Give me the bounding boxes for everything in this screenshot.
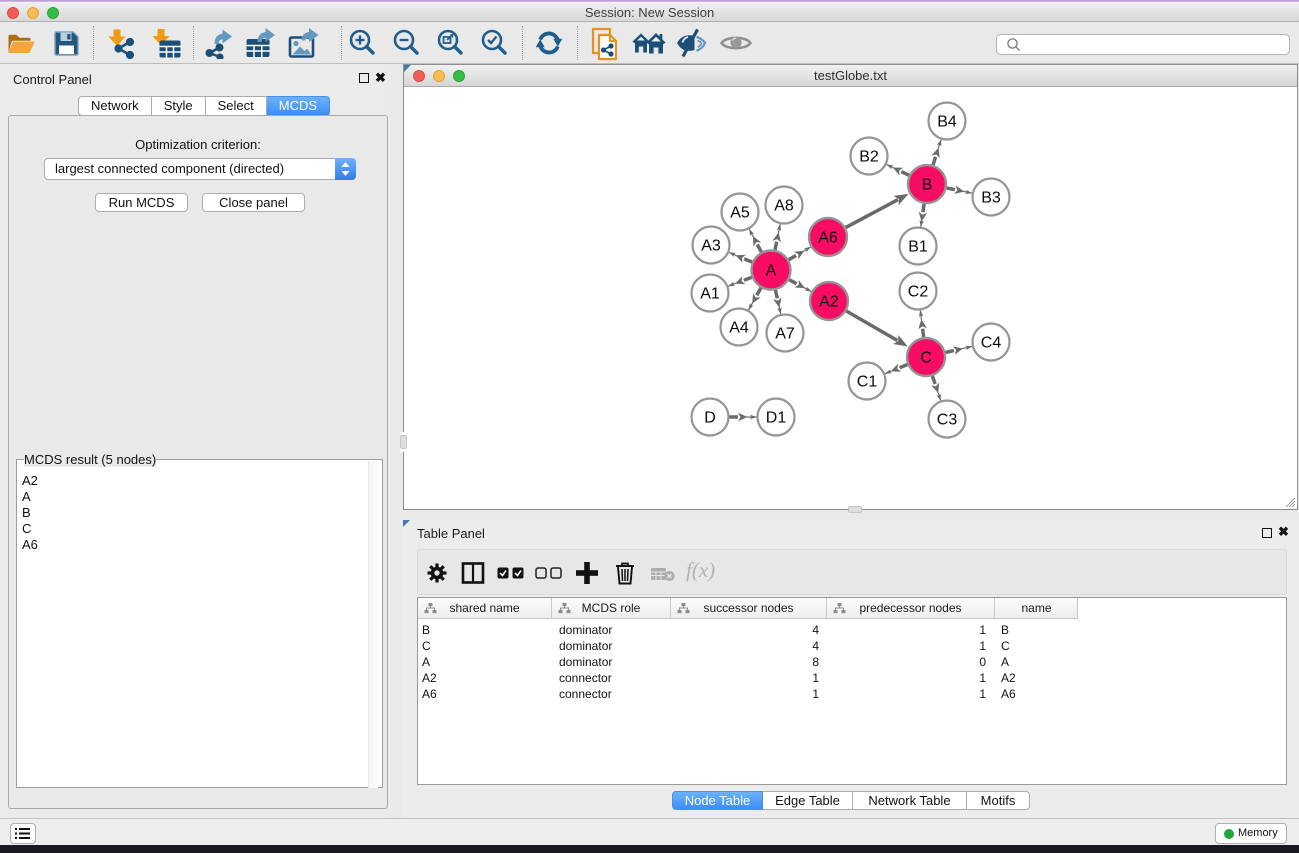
svg-text:B4: B4: [937, 114, 957, 131]
svg-text:B: B: [922, 177, 933, 194]
svg-text:B3: B3: [981, 190, 1001, 207]
svg-text:B2: B2: [859, 149, 879, 166]
svg-text:B1: B1: [908, 239, 928, 256]
svg-text:A7: A7: [775, 326, 795, 343]
svg-text:A6: A6: [818, 230, 838, 247]
svg-text:C: C: [920, 350, 932, 367]
svg-text:C3: C3: [937, 412, 958, 429]
svg-text:A8: A8: [774, 198, 794, 215]
svg-text:A5: A5: [730, 205, 750, 222]
svg-text:D: D: [704, 410, 716, 427]
svg-text:A: A: [766, 263, 777, 280]
svg-text:A1: A1: [700, 286, 720, 303]
svg-text:A4: A4: [729, 320, 749, 337]
svg-text:D1: D1: [766, 410, 787, 427]
svg-text:C4: C4: [981, 335, 1002, 352]
svg-text:C1: C1: [857, 374, 878, 391]
svg-text:A2: A2: [819, 294, 839, 311]
svg-text:A3: A3: [701, 238, 721, 255]
svg-text:C2: C2: [908, 284, 929, 301]
